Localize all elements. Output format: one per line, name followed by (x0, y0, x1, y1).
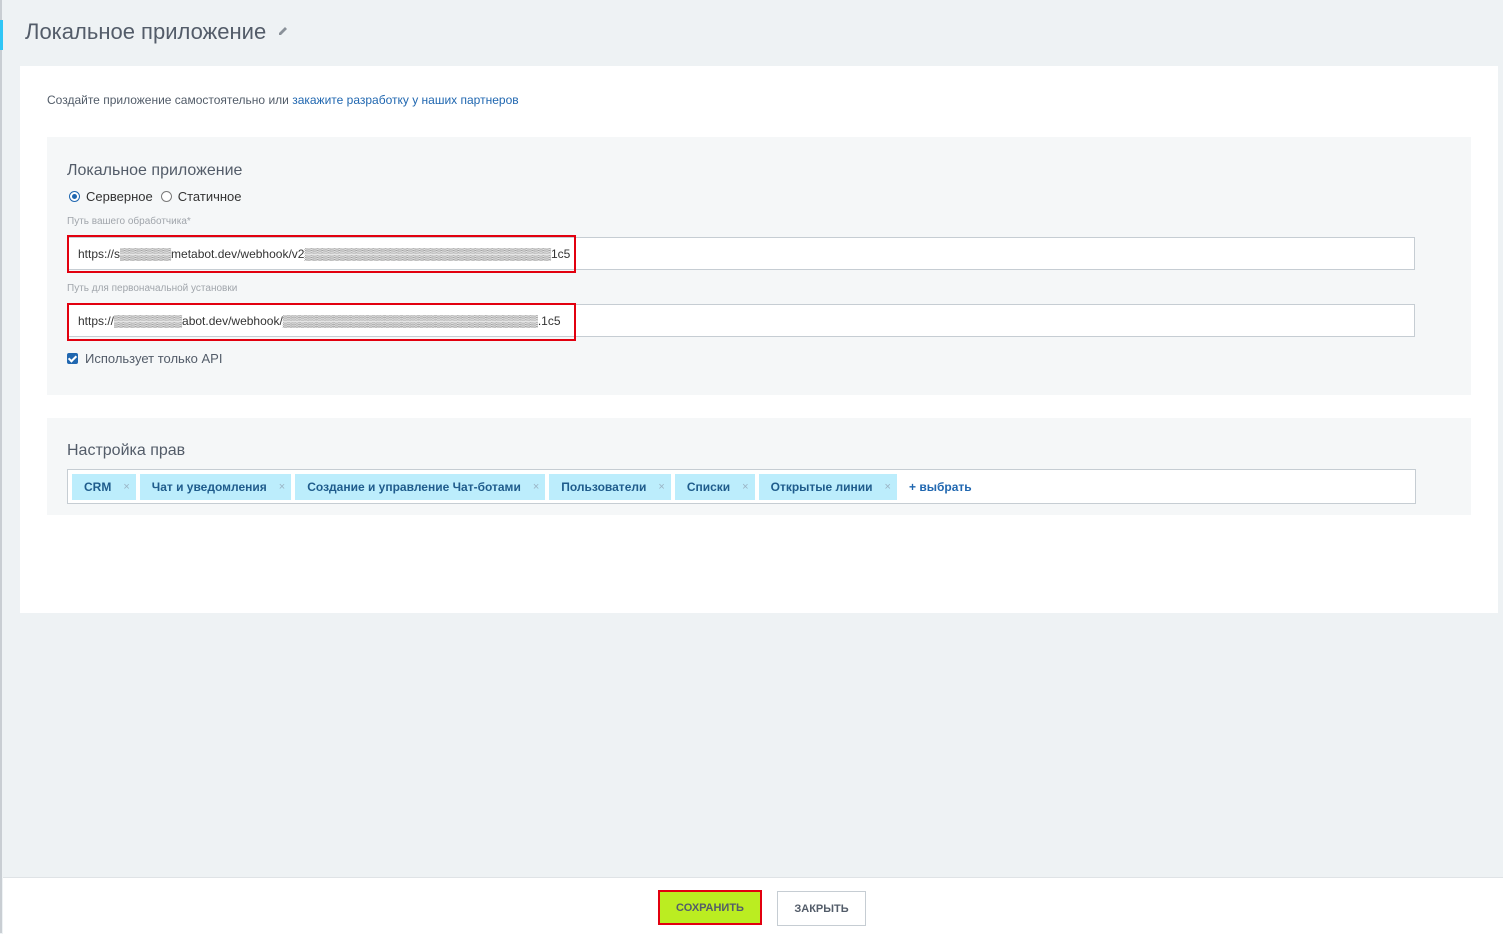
rights-tags-box[interactable]: CRM × Чат и уведомления × Создание и управ… (67, 469, 1416, 504)
partners-link[interactable]: закажите разработку у наших партнеров (292, 93, 518, 107)
save-button[interactable]: СОХРАНИТЬ (658, 890, 762, 925)
handler-path-input[interactable] (67, 237, 1415, 270)
tag-chatbots[interactable]: Создание и управление Чат-ботами × (295, 473, 546, 500)
tag-label: Пользователи (561, 479, 647, 494)
tag-crm[interactable]: CRM × (72, 473, 136, 500)
install-path-input[interactable] (67, 304, 1415, 337)
page-title: Локальное приложение (25, 19, 267, 44)
app-type-radio-group: Серверное Статичное (69, 189, 250, 204)
install-path-label: Путь для первоначальной установки (67, 283, 238, 294)
tag-users[interactable]: Пользователи × (549, 473, 671, 500)
add-right-link[interactable]: + выбрать (909, 480, 972, 494)
remove-tag-icon[interactable]: × (279, 481, 285, 493)
remove-tag-icon[interactable]: × (533, 481, 539, 493)
radio-static[interactable] (160, 191, 172, 202)
local-app-section: Локальное приложение Серверное Статичное… (47, 137, 1471, 395)
window-left-accent (0, 20, 3, 50)
api-only-row: Использует только API (67, 351, 222, 366)
footer-bar: СОХРАНИТЬ ЗАКРЫТЬ (3, 877, 1503, 934)
rights-section-title: Настройка прав (67, 442, 186, 459)
api-only-label[interactable]: Использует только API (85, 351, 222, 366)
window-left-edge (0, 0, 2, 933)
radio-server-label[interactable]: Серверное (86, 189, 153, 204)
tag-label: Чат и уведомления (151, 479, 267, 494)
tag-label: CRM (84, 479, 112, 494)
tag-label: Списки (686, 479, 731, 494)
radio-static-label[interactable]: Статичное (178, 189, 242, 204)
section-title: Локальное приложение (67, 162, 243, 179)
remove-tag-icon[interactable]: × (742, 481, 748, 493)
pencil-edit-icon[interactable] (276, 24, 290, 38)
tag-chat-notifications[interactable]: Чат и уведомления × (139, 473, 292, 500)
close-button[interactable]: ЗАКРЫТЬ (777, 891, 866, 926)
intro-text: Создайте приложение самостоятельно или з… (47, 93, 519, 107)
tag-open-lines[interactable]: Открытые линии × (758, 473, 897, 500)
intro-text-label: Создайте приложение самостоятельно или (47, 93, 293, 107)
radio-server[interactable] (69, 191, 80, 202)
tag-label: Открытые линии (770, 479, 873, 494)
tag-lists[interactable]: Списки × (674, 473, 755, 500)
remove-tag-icon[interactable]: × (885, 481, 891, 493)
remove-tag-icon[interactable]: × (123, 481, 129, 493)
tag-label: Создание и управление Чат-ботами (307, 479, 521, 494)
api-only-checkbox[interactable] (67, 353, 78, 364)
rights-section: Настройка прав CRM × Чат и уведомления × С… (47, 418, 1471, 515)
app-settings-card: Создайте приложение самостоятельно или з… (20, 66, 1498, 613)
handler-path-label: Путь вашего обработчика* (67, 216, 191, 227)
remove-tag-icon[interactable]: × (658, 481, 664, 493)
